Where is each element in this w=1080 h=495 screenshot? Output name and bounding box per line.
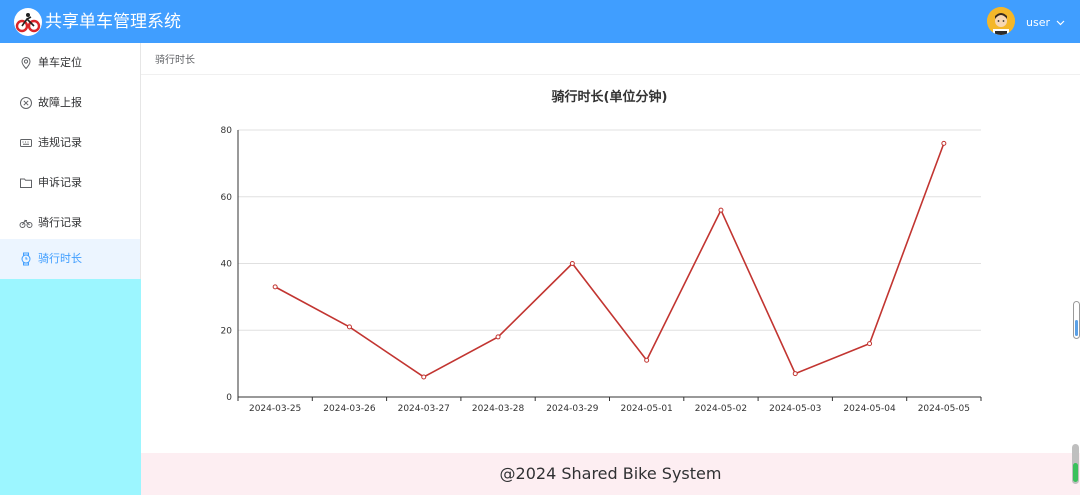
y-tick-label: 80 <box>221 126 233 136</box>
series-line <box>274 143 945 378</box>
sidebar-menu: 单车定位 故障上报 违规记录 申诉记录 骑行记录 骑行时长 <box>0 43 141 279</box>
scrollbar[interactable] <box>1073 301 1080 339</box>
location-pin-icon <box>21 56 31 70</box>
breadcrumb-current: 骑行时长 <box>155 55 195 66</box>
x-tick-label: 2024-05-04 <box>843 404 896 414</box>
user-avatar[interactable] <box>987 7 1015 35</box>
scrollbar-thumb[interactable] <box>1073 463 1078 482</box>
sidebar: 单车定位 故障上报 违规记录 申诉记录 骑行记录 骑行时长 <box>0 43 141 495</box>
ride-duration-chart: 骑行时长(单位分钟) 0 20 40 60 80 2024-03-25 2024-03-26 2… <box>141 75 1073 453</box>
sidebar-item-appeals[interactable]: 申诉记录 <box>0 163 140 203</box>
keyboard-icon <box>20 139 32 147</box>
footer: @2024 Shared Bike System <box>141 453 1080 495</box>
y-tick-label: 20 <box>221 326 233 336</box>
x-tick-label: 2024-03-29 <box>546 404 599 414</box>
x-tick-label: 2024-05-05 <box>918 404 970 414</box>
top-header: 共享单车管理系统 user <box>0 0 1080 43</box>
sidebar-item-label: 单车定位 <box>38 56 82 69</box>
scrollbar-secondary[interactable] <box>1072 444 1079 484</box>
circle-x-icon <box>20 97 32 109</box>
x-tick-label: 2024-05-01 <box>620 404 672 414</box>
chart-title: 骑行时长(单位分钟) <box>552 89 668 105</box>
x-tick-label: 2024-03-27 <box>398 404 450 414</box>
data-point <box>495 334 501 340</box>
sidebar-item-label: 骑行时长 <box>38 252 82 265</box>
x-tick-label: 2024-03-25 <box>249 404 301 414</box>
sidebar-item-bike-location[interactable]: 单车定位 <box>0 43 140 83</box>
user-name: user <box>1026 16 1050 29</box>
sidebar-item-label: 违规记录 <box>38 136 82 149</box>
app-title: 共享单车管理系统 <box>45 12 181 32</box>
avatar-face-icon <box>987 7 1015 35</box>
x-tick-label: 2024-05-02 <box>695 404 747 414</box>
x-tick-label: 2024-03-28 <box>472 404 525 414</box>
x-tick-label: 2024-05-03 <box>769 404 821 414</box>
data-point <box>346 324 352 330</box>
x-tick-label: 2024-03-26 <box>323 404 376 414</box>
scrollbar-thumb[interactable] <box>1075 320 1078 336</box>
y-tick-label: 60 <box>221 193 233 203</box>
breadcrumb: 骑行时长 <box>141 43 1080 75</box>
data-point <box>644 357 650 363</box>
sidebar-item-ride-duration[interactable]: 骑行时长 <box>0 239 140 279</box>
sidebar-item-ride-records[interactable]: 骑行记录 <box>0 203 140 243</box>
sidebar-item-label: 故障上报 <box>38 96 82 109</box>
folder-icon <box>20 178 32 188</box>
footer-text: @2024 Shared Bike System <box>499 464 722 483</box>
data-point <box>718 207 724 213</box>
data-point <box>421 374 427 380</box>
bicycle-icon <box>19 219 33 228</box>
sidebar-item-fault-report[interactable]: 故障上报 <box>0 83 140 123</box>
data-point <box>867 341 873 347</box>
y-tick-label: 0 <box>226 393 232 403</box>
data-point <box>941 140 947 146</box>
sidebar-item-label: 骑行记录 <box>38 216 82 229</box>
watch-icon <box>21 252 31 266</box>
chevron-down-icon <box>1056 20 1064 26</box>
sidebar-item-label: 申诉记录 <box>38 176 82 189</box>
user-dropdown[interactable]: user <box>1026 15 1065 31</box>
y-tick-label: 40 <box>221 260 233 270</box>
data-point <box>792 371 798 377</box>
sidebar-item-violations[interactable]: 违规记录 <box>0 123 140 163</box>
data-point <box>272 284 278 290</box>
bike-logo-icon <box>14 8 42 36</box>
data-point <box>569 261 575 266</box>
line-chart-svg: 骑行时长(单位分钟) 0 20 40 60 80 2024-03-25 2024-03-26 2… <box>221 89 982 414</box>
